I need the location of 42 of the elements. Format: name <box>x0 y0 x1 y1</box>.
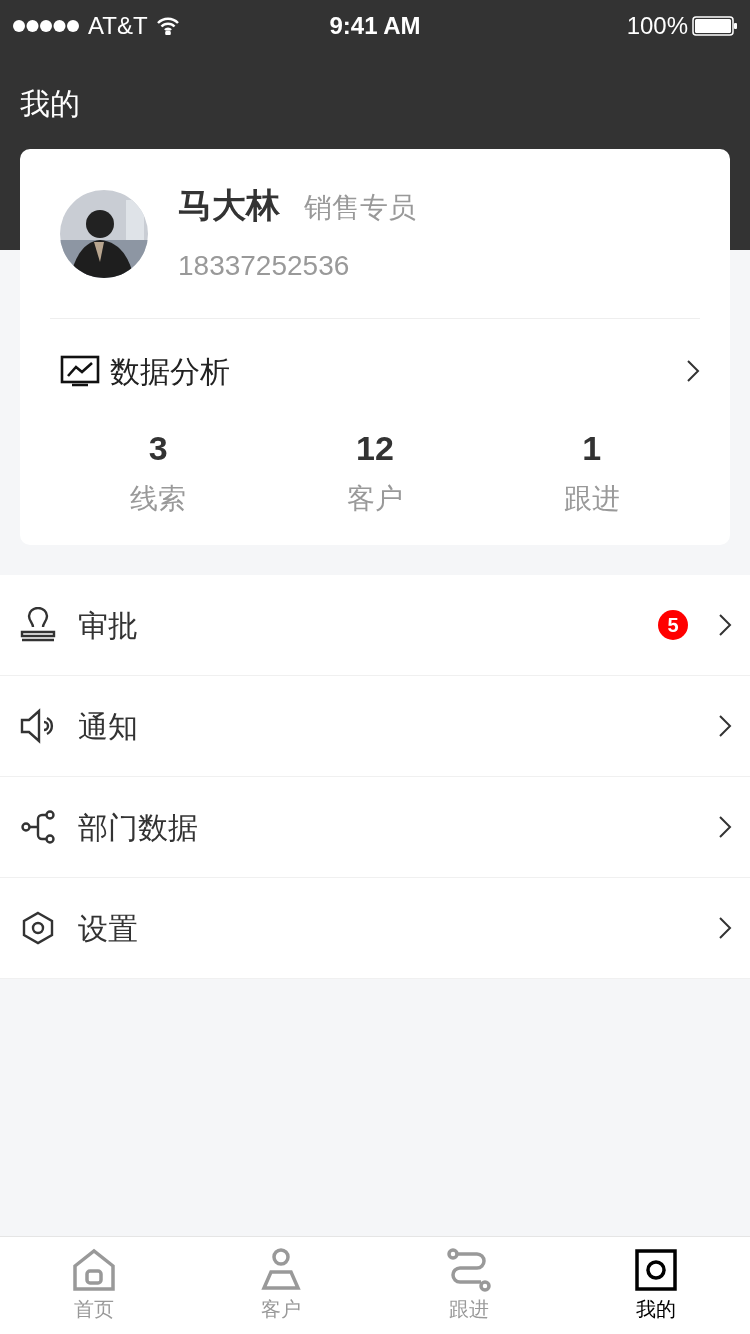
battery-percentage: 100% <box>626 11 688 41</box>
profile-icon <box>634 1247 679 1292</box>
user-role: 销售专员 <box>304 191 416 225</box>
menu-item[interactable]: 通知 <box>0 676 750 777</box>
stat-label: 客户 <box>347 482 403 516</box>
route-icon <box>446 1247 491 1292</box>
menu-item[interactable]: 审批 5 <box>0 575 750 676</box>
stamp-icon <box>20 607 56 643</box>
count-badge: 5 <box>658 610 688 640</box>
analysis-label: 数据分析 <box>110 353 231 390</box>
battery-icon <box>692 16 738 36</box>
menu-label: 审批 <box>78 607 139 644</box>
signal-icon <box>12 19 80 33</box>
menu-label: 通知 <box>78 708 139 745</box>
stat-value: 3 <box>148 428 168 469</box>
carrier-name: AT&T <box>88 11 148 41</box>
person-icon <box>259 1247 304 1292</box>
tab-item[interactable]: 我的 <box>562 1237 750 1334</box>
menu-item[interactable]: 设置 <box>0 878 750 979</box>
clock-time: 9:41 AM <box>329 11 421 41</box>
chevron-right-icon <box>718 613 732 637</box>
user-name: 马大林 <box>178 185 280 226</box>
settings-icon <box>20 910 56 946</box>
menu-label: 部门数据 <box>78 809 199 846</box>
stat-value: 1 <box>582 428 602 469</box>
home-icon <box>71 1247 116 1292</box>
analysis-link[interactable]: 数据分析 <box>50 319 700 423</box>
speaker-icon <box>20 708 56 744</box>
chevron-right-icon <box>718 916 732 940</box>
page-title: 我的 <box>20 86 80 122</box>
phone-number: 18337252536 <box>178 249 351 283</box>
stat-label: 线索 <box>130 482 187 516</box>
chevron-right-icon <box>718 815 732 839</box>
chart-icon <box>60 355 100 387</box>
stat-value: 12 <box>356 428 394 469</box>
stat-label: 跟进 <box>563 482 620 516</box>
chevron-right-icon <box>718 714 732 738</box>
menu-label: 设置 <box>78 910 139 947</box>
menu-item[interactable]: 部门数据 <box>0 777 750 878</box>
share-icon <box>20 809 56 845</box>
chevron-right-icon <box>686 359 700 383</box>
wifi-icon <box>155 17 180 35</box>
